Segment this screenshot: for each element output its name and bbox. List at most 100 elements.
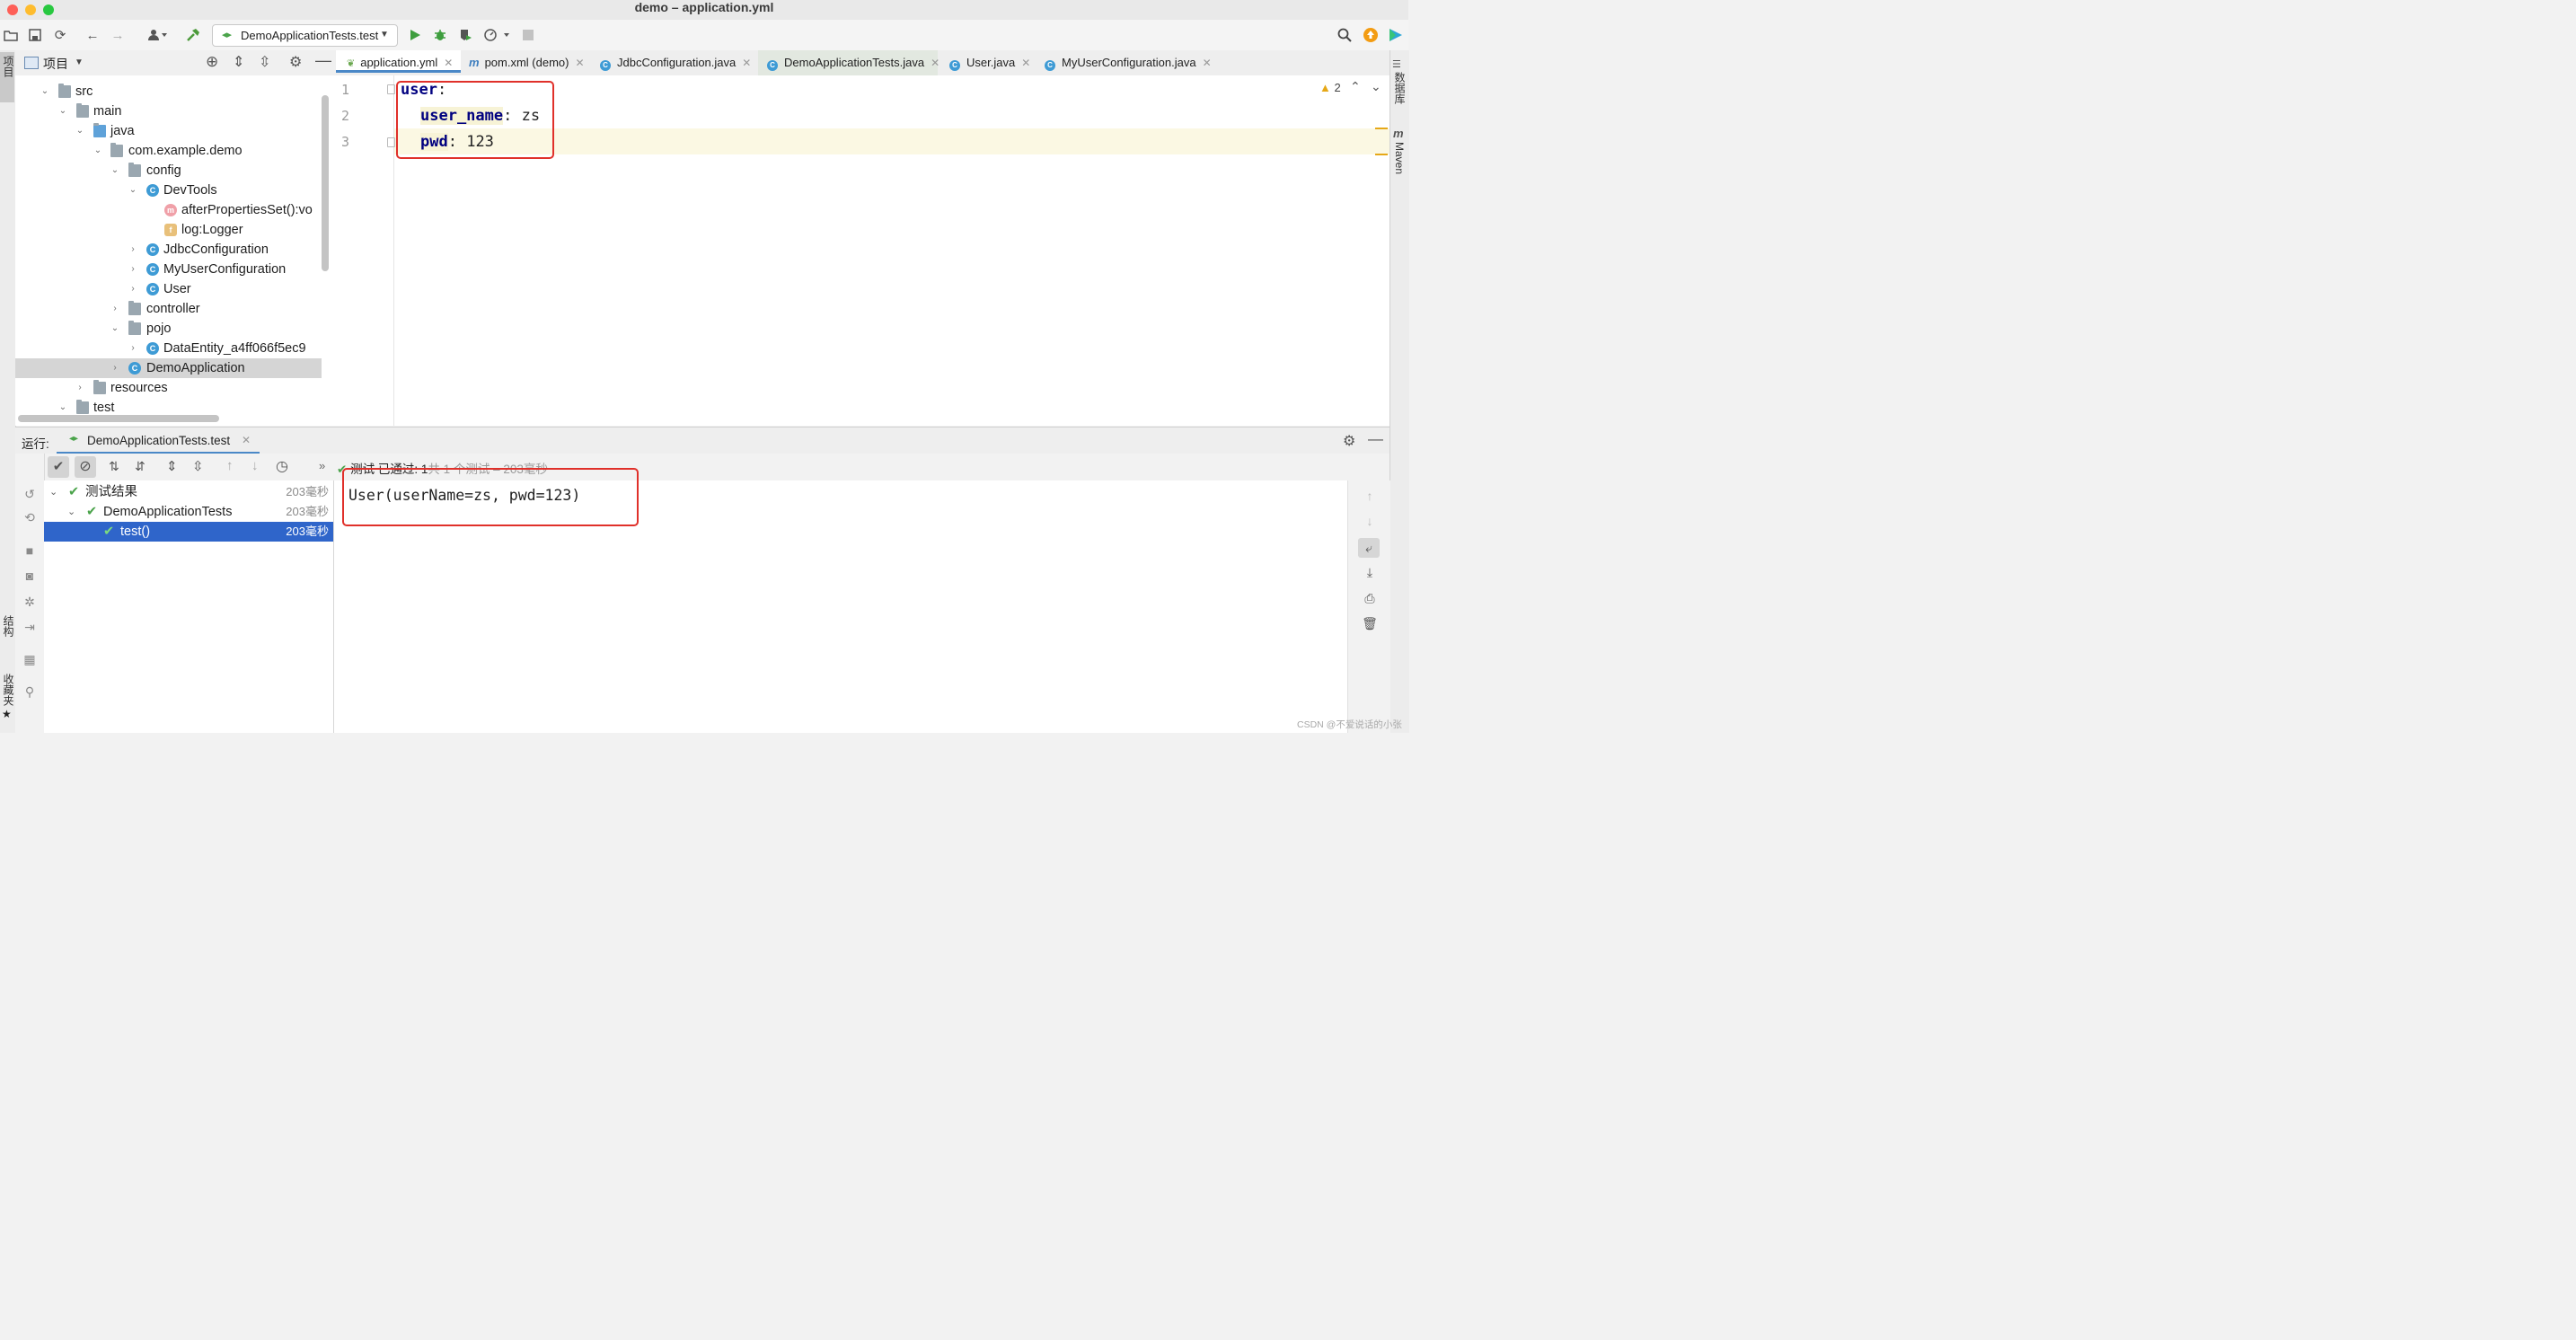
project-panel-title[interactable]: 项目 [43, 55, 68, 73]
import-icon[interactable]: ⇥ [22, 619, 38, 635]
test-node-method[interactable]: ✔ test() 203毫秒 [44, 522, 333, 542]
tree-item-src[interactable]: ⌄ src [15, 82, 322, 101]
show-ignored-toggle[interactable]: ⊘ [75, 456, 96, 478]
layout-icon[interactable]: ▦ [22, 651, 38, 667]
tab-application-yml[interactable]: ❦ application.yml ✕ [336, 50, 461, 73]
chevron-down-icon[interactable]: ⌄ [40, 82, 50, 101]
close-icon[interactable]: ✕ [444, 57, 453, 69]
previous-highlight-icon[interactable]: ⌃ [1350, 79, 1361, 94]
expand-all-icon[interactable]: ⇕ [166, 458, 178, 474]
tab-jdbcconfiguration-java[interactable]: C JdbcConfiguration.java ✕ [600, 50, 751, 75]
chevron-right-icon[interactable]: › [128, 279, 138, 299]
search-icon[interactable] [1336, 27, 1354, 43]
tab-demoapplicationtests-java[interactable]: C DemoApplicationTests.java ✕ [758, 50, 940, 75]
save-icon[interactable] [26, 27, 44, 43]
next-failed-icon[interactable]: ↓ [251, 458, 259, 473]
close-icon[interactable]: ✕ [1021, 57, 1030, 69]
tree-item-devtools[interactable]: ⌄ C DevTools [15, 181, 322, 200]
chevron-right-icon[interactable]: › [128, 339, 138, 358]
tab-myuserconfiguration-java[interactable]: C MyUserConfiguration.java ✕ [1045, 50, 1212, 75]
stop-icon[interactable] [519, 27, 537, 43]
gear-icon[interactable]: ⚙ [1343, 432, 1355, 450]
tree-item-main[interactable]: ⌄ main [15, 101, 322, 121]
tree-item-controller[interactable]: › controller [15, 299, 322, 319]
close-icon[interactable]: ✕ [1203, 57, 1212, 69]
debug-icon[interactable] [431, 27, 449, 43]
rerun-failed-icon[interactable]: ↺ [22, 486, 38, 502]
locate-icon[interactable]: ⊕ [206, 53, 218, 71]
chevron-down-icon[interactable]: ⌄ [93, 141, 103, 161]
sort-alpha-icon[interactable]: ⇅ [109, 459, 119, 474]
close-icon[interactable]: ✕ [742, 57, 751, 69]
tab-user-java[interactable]: C User.java ✕ [949, 50, 1030, 75]
show-passed-toggle[interactable]: ✔ [48, 456, 69, 478]
fold-icon[interactable] [387, 84, 395, 94]
soft-wrap-icon[interactable]: ⤶ [1358, 538, 1380, 558]
profile-icon[interactable] [481, 27, 512, 43]
tree-item-test[interactable]: ⌄ test [15, 398, 322, 418]
back-arrow-icon[interactable]: ← [84, 27, 101, 43]
chevron-right-icon[interactable]: › [128, 240, 138, 260]
tree-item-myuserconfiguration[interactable]: › C MyUserConfiguration [15, 260, 322, 279]
structure-tool-button[interactable]: 结构 [0, 612, 14, 661]
tree-item-java[interactable]: ⌄ java [15, 121, 322, 141]
error-stripe-mark[interactable] [1375, 128, 1388, 129]
chevron-right-icon[interactable]: › [110, 358, 120, 378]
test-node-root[interactable]: ⌄ ✔ 测试结果 203毫秒 [44, 482, 333, 502]
project-tool-button[interactable]: 项目 [0, 52, 14, 102]
chevron-down-icon[interactable]: ⌄ [67, 502, 75, 522]
chevron-right-icon[interactable]: › [75, 378, 85, 398]
tab-pom-xml[interactable]: m pom.xml (demo) ✕ [469, 50, 585, 75]
forward-arrow-icon[interactable]: → [109, 27, 127, 43]
user-icon[interactable] [144, 27, 171, 43]
tree-item-user[interactable]: › C User [15, 279, 322, 299]
run-configuration-select[interactable]: ◂▸ DemoApplicationTests.test ▼ [212, 24, 398, 47]
run-icon[interactable] [406, 27, 424, 43]
chevron-down-icon[interactable]: ⌄ [49, 482, 57, 502]
warning-indicator[interactable]: ▲ 2 [1319, 81, 1341, 94]
error-stripe-mark[interactable] [1375, 154, 1388, 155]
tree-item-demoapplication[interactable]: › C DemoApplication [15, 358, 322, 378]
chevron-down-icon[interactable]: ⌄ [128, 181, 138, 200]
toggle-autotest-icon[interactable]: ⟲ [22, 509, 38, 525]
tree-item-method[interactable]: m afterPropertiesSet():vo [15, 200, 322, 220]
database-tool-button[interactable]: ☰ 数据库 [1392, 56, 1407, 104]
print-icon[interactable]: ⎙ [1362, 590, 1378, 606]
coverage-icon[interactable] [456, 27, 474, 43]
previous-failed-icon[interactable]: ↑ [226, 458, 234, 473]
sort-duration-icon[interactable]: ⇵ [135, 459, 146, 474]
collapse-all-icon[interactable]: ⇳ [192, 458, 204, 474]
tree-item-jdbcconfiguration[interactable]: › C JdbcConfiguration [15, 240, 322, 260]
chevron-down-icon[interactable]: ⌄ [57, 398, 68, 418]
next-highlight-icon[interactable]: ⌄ [1371, 79, 1381, 94]
hammer-icon[interactable] [184, 27, 202, 43]
tree-item-field[interactable]: f log:Logger [15, 220, 322, 240]
tree-item-pojo[interactable]: ⌄ pojo [15, 319, 322, 339]
pin-icon[interactable]: ⚲ [22, 683, 38, 700]
camera-icon[interactable]: ◙ [22, 568, 38, 584]
close-icon[interactable]: ✕ [931, 57, 940, 69]
chevron-down-icon[interactable]: ⌄ [110, 161, 120, 181]
chevron-down-icon[interactable]: ⌄ [110, 319, 120, 339]
fold-icon[interactable] [387, 137, 395, 147]
close-icon[interactable]: ✕ [575, 57, 584, 69]
hide-panel-icon[interactable]: — [1368, 430, 1383, 448]
toolbox-icon[interactable] [1387, 27, 1405, 43]
maven-tool-button[interactable]: m Maven [1393, 126, 1406, 174]
open-folder-icon[interactable] [2, 27, 20, 43]
run-tab-demoapplicationtests[interactable]: ◂▸ DemoApplicationTests.test ✕ [57, 428, 260, 454]
down-arrow-icon[interactable]: ↓ [1362, 513, 1378, 529]
more-icon[interactable]: » [319, 459, 325, 472]
chevron-right-icon[interactable]: › [128, 260, 138, 279]
chevron-right-icon[interactable]: › [110, 299, 120, 319]
vertical-scrollbar[interactable] [322, 95, 329, 271]
chevron-down-icon[interactable]: ⌄ [57, 101, 68, 121]
history-icon[interactable]: ◷ [276, 457, 288, 475]
settings-icon[interactable]: ✲ [22, 594, 38, 610]
expand-all-icon[interactable]: ⇕ [233, 53, 244, 71]
test-node-class[interactable]: ⌄ ✔ DemoApplicationTests 203毫秒 [44, 502, 333, 522]
tree-item-dataentity[interactable]: › C DataEntity_a4ff066f5ec9 [15, 339, 322, 358]
tree-item-package-com-example-demo[interactable]: ⌄ com.example.demo [15, 141, 322, 161]
collapse-all-icon[interactable]: ⇳ [259, 53, 270, 71]
scroll-to-end-icon[interactable]: ⤓ [1362, 564, 1378, 580]
